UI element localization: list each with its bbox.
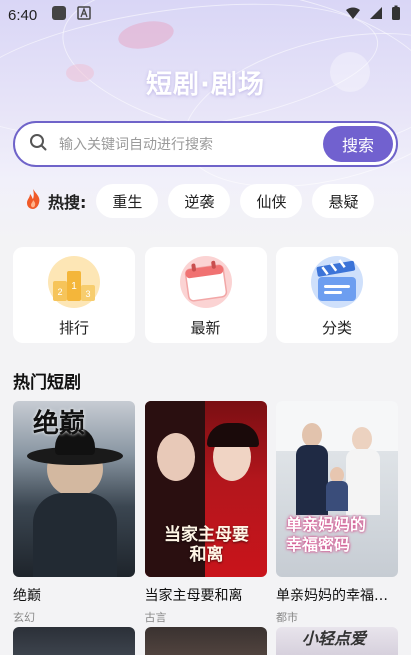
- category-label: 分类: [321, 319, 352, 337]
- category-ranking[interactable]: 1 2 3 排行: [13, 247, 135, 343]
- poster-title: 当家主母要和离: [164, 525, 249, 565]
- drama-poster[interactable]: [144, 627, 267, 655]
- search-icon: [29, 133, 47, 155]
- clapperboard-icon: [308, 255, 366, 309]
- poster-title: 绝巅: [33, 409, 86, 439]
- hot-search-label: 热搜:: [48, 193, 87, 212]
- hot-search-row: 热搜: 重生 逆袭 仙侠 悬疑: [24, 184, 384, 218]
- hot-chip[interactable]: 逆袭: [168, 184, 231, 218]
- signal-icon: [369, 6, 383, 24]
- search-input[interactable]: 输入关键词自动进行搜索: [59, 134, 213, 154]
- category-classify[interactable]: 分类: [276, 247, 398, 343]
- search-button[interactable]: 搜索: [323, 126, 393, 162]
- drama-card[interactable]: 单亲妈妈的幸福密码 单亲妈妈的幸福密码 都市: [276, 401, 398, 625]
- notification-a-icon: [77, 6, 91, 24]
- drama-genre: 都市: [276, 611, 298, 624]
- battery-icon: [391, 5, 401, 25]
- drama-title: 当家主母要和离: [144, 588, 243, 604]
- notification-app-icon: [51, 5, 67, 25]
- hot-chip[interactable]: 重生: [96, 184, 159, 218]
- svg-text:3: 3: [85, 289, 90, 299]
- drama-poster[interactable]: 绝巅: [13, 401, 135, 577]
- drama-card[interactable]: 当家主母要和离 当家主母要和离 古言: [144, 401, 267, 625]
- poster-title: 小轻点爱: [302, 629, 367, 648]
- hot-chip[interactable]: 仙侠: [240, 184, 303, 218]
- drama-grid-row-2: 小轻点爱: [13, 627, 398, 655]
- drama-title: 单亲妈妈的幸福密码: [276, 588, 398, 604]
- drama-genre: 古言: [144, 611, 167, 624]
- drama-grid: 绝巅 绝巅 玄幻 当家主母要和离 当家主母要和离 古言 单亲妈妈的幸福密码 单亲…: [13, 401, 398, 625]
- drama-poster[interactable]: 小轻点爱: [276, 627, 398, 655]
- calendar-icon: [177, 255, 235, 309]
- page-title: 短剧·剧场: [146, 70, 265, 100]
- hot-chip[interactable]: 悬疑: [312, 184, 375, 218]
- podium-icon: 1 2 3: [45, 255, 103, 309]
- drama-poster[interactable]: 当家主母要和离: [144, 401, 267, 577]
- drama-card[interactable]: 绝巅 绝巅 玄幻: [13, 401, 135, 625]
- category-latest[interactable]: 最新: [144, 247, 267, 343]
- drama-title: 绝巅: [13, 588, 41, 604]
- poster-title: 单亲妈妈的幸福密码: [286, 515, 367, 554]
- section-title: 热门短剧: [13, 373, 81, 393]
- svg-text:1: 1: [71, 281, 77, 292]
- svg-text:2: 2: [57, 287, 62, 297]
- status-time: 6:40: [8, 6, 38, 24]
- category-label: 最新: [190, 319, 221, 337]
- drama-poster[interactable]: [13, 627, 135, 655]
- flame-icon: [24, 188, 42, 214]
- wifi-icon: [345, 6, 361, 24]
- category-shortcuts: 1 2 3 排行 最新 分类: [13, 247, 398, 343]
- category-label: 排行: [58, 319, 89, 337]
- drama-genre: 玄幻: [13, 611, 35, 624]
- status-bar: 6:40: [0, 0, 411, 30]
- search-bar[interactable]: 输入关键词自动进行搜索 搜索: [13, 121, 398, 167]
- drama-poster[interactable]: 单亲妈妈的幸福密码: [276, 401, 398, 577]
